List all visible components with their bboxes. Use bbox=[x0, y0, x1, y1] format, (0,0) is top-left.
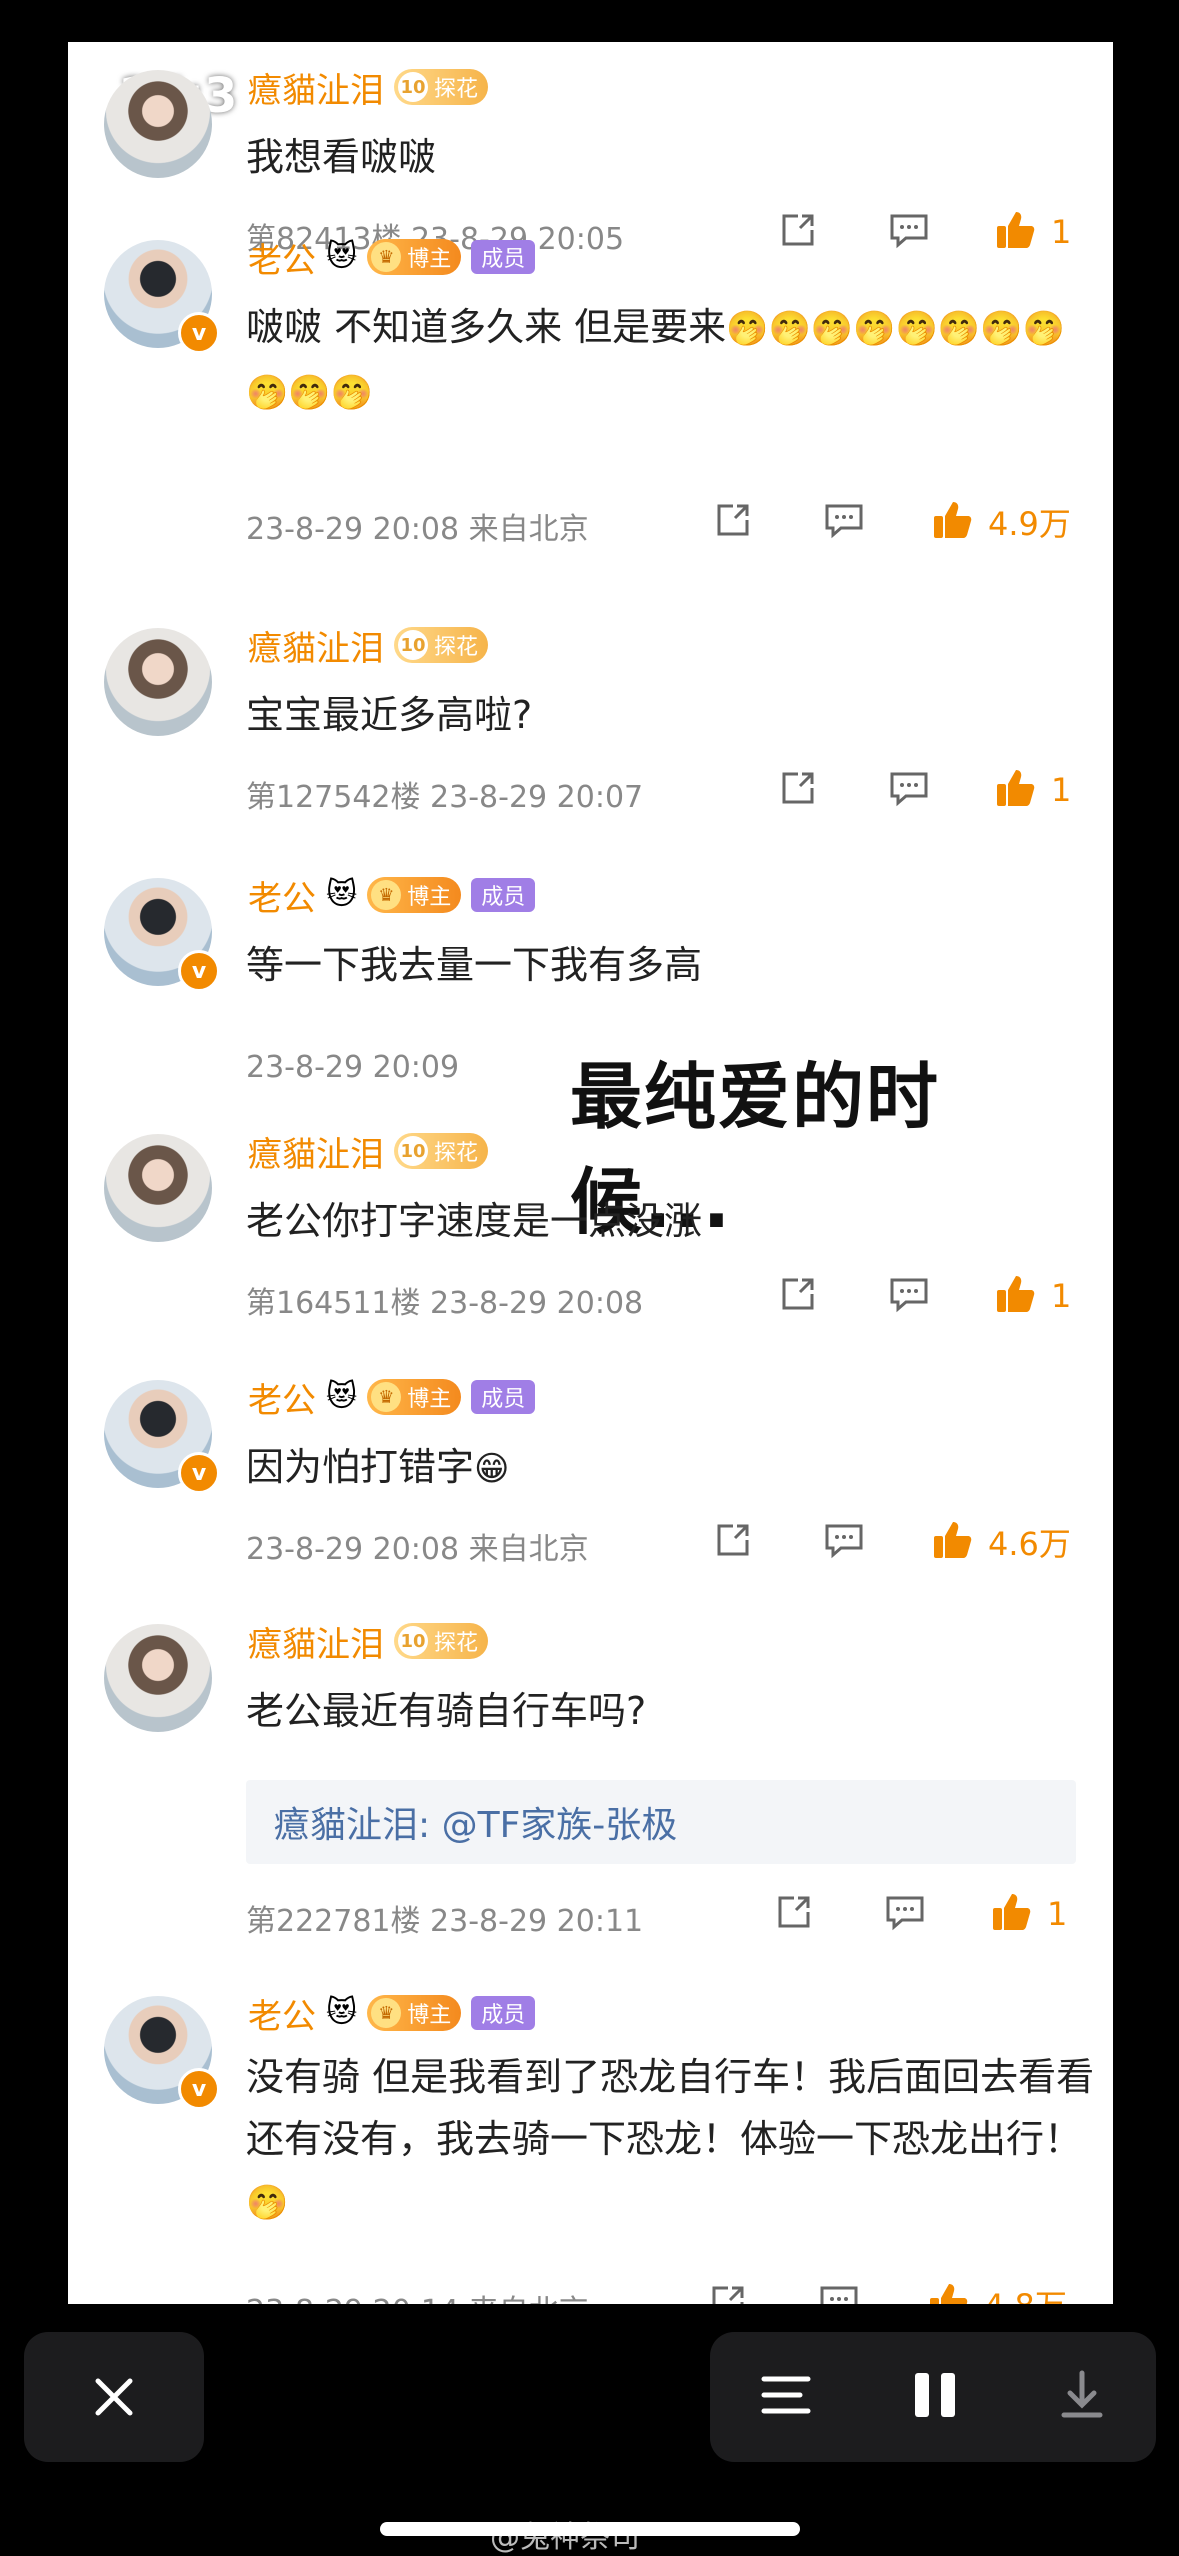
crown-icon: ♛ bbox=[371, 1382, 402, 1412]
thumbs-up-icon bbox=[926, 2280, 970, 2304]
share-icon[interactable] bbox=[778, 210, 818, 250]
comment-text: 啵啵 不知道多久来 但是要来🤭🤭🤭🤭🤭🤭🤭🤭🤭🤭🤭 bbox=[246, 305, 1065, 413]
home-indicator[interactable] bbox=[380, 2522, 800, 2536]
comment-username[interactable]: 老公 bbox=[248, 1373, 316, 1422]
thumbs-up-icon bbox=[993, 766, 1037, 814]
crown-icon: ♛ bbox=[371, 880, 402, 910]
share-icon[interactable] bbox=[774, 1892, 814, 1932]
comment-username[interactable]: 癔貓沚泪 bbox=[248, 1617, 384, 1666]
like-count: 1 bbox=[1051, 1277, 1072, 1315]
comment-panel: 17:3 癔貓沚泪 10探花 我想看啵啵 第82413楼 23-8-29 20:… bbox=[68, 42, 1113, 2304]
comment-text: 宝宝最近多高啦? bbox=[246, 693, 533, 737]
thumbs-up-icon bbox=[993, 1272, 1037, 1320]
avatar[interactable] bbox=[104, 628, 212, 736]
comment-username[interactable]: 癔貓沚泪 bbox=[248, 63, 384, 112]
heart-eyes-cat-icon: 😻 bbox=[326, 239, 358, 274]
thumbs-up-icon bbox=[930, 1518, 974, 1566]
like-count: 4.6万 bbox=[988, 1525, 1071, 1563]
comment-meta: 第222781楼 23-8-29 20:11 bbox=[246, 1904, 644, 1939]
like-count: 1 bbox=[1051, 213, 1072, 251]
comment-icon[interactable] bbox=[888, 210, 930, 250]
share-icon[interactable] bbox=[778, 768, 818, 808]
blogger-badge: ♛ 博主 bbox=[367, 1995, 462, 2031]
comment-meta: 第127542楼 23-8-29 20:07 bbox=[246, 780, 644, 815]
pause-icon[interactable] bbox=[911, 2369, 959, 2425]
comment-username[interactable]: 癔貓沚泪 bbox=[248, 621, 384, 670]
blogger-badge: ♛ 博主 bbox=[367, 877, 462, 913]
level-badge: 10 探花 bbox=[394, 69, 489, 105]
comment-text: 老公最近有骑自行车吗? bbox=[246, 1689, 647, 1733]
comment-meta: 23-8-29 20:08 来自北京 bbox=[246, 512, 589, 547]
thumbs-up-icon bbox=[993, 208, 1037, 256]
comment-username[interactable]: 老公 bbox=[248, 871, 316, 920]
comment-icon[interactable] bbox=[818, 2282, 860, 2304]
download-icon[interactable] bbox=[1058, 2369, 1106, 2425]
comment-icon[interactable] bbox=[888, 1274, 930, 1314]
crown-icon: ♛ bbox=[371, 1998, 402, 2028]
member-badge: 成员 bbox=[471, 1996, 536, 2030]
member-badge: 成员 bbox=[471, 1380, 536, 1414]
comment-meta: 23-8-29 20:09 bbox=[246, 1050, 460, 1085]
verified-icon: v bbox=[178, 1452, 220, 1494]
comment-meta: 23-8-29 20:14 来自北京 bbox=[246, 2286, 589, 2304]
blogger-badge: ♛ 博主 bbox=[367, 239, 462, 275]
comment-username[interactable]: 癔貓沚泪 bbox=[248, 1127, 384, 1176]
media-control-bar bbox=[710, 2332, 1156, 2462]
like-count: 1 bbox=[1051, 771, 1072, 809]
level-badge: 10 探花 bbox=[394, 627, 489, 663]
close-button[interactable] bbox=[24, 2332, 204, 2462]
like-count: 4.8万 bbox=[984, 2281, 1067, 2304]
level-badge: 10 探花 bbox=[394, 1623, 489, 1659]
close-icon bbox=[95, 2378, 133, 2416]
share-icon[interactable] bbox=[713, 1520, 753, 1560]
like-button[interactable]: 1 bbox=[993, 208, 1071, 256]
verified-icon: v bbox=[178, 2068, 220, 2110]
heart-eyes-cat-icon: 😻 bbox=[326, 877, 358, 912]
share-icon[interactable] bbox=[708, 2282, 748, 2304]
avatar[interactable] bbox=[104, 1134, 212, 1242]
member-badge: 成员 bbox=[471, 240, 536, 274]
like-count: 4.9万 bbox=[988, 505, 1071, 543]
reply-quote[interactable]: 癔貓沚泪: @TF家族-张极 bbox=[246, 1780, 1076, 1864]
level-badge: 10 探花 bbox=[394, 1133, 489, 1169]
comment-text: 老公你打字速度是一点没涨 bbox=[246, 1199, 703, 1243]
comment-meta: 第164511楼 23-8-29 20:08 bbox=[246, 1286, 644, 1321]
comment-icon[interactable] bbox=[884, 1892, 926, 1932]
blogger-badge: ♛ 博主 bbox=[367, 1379, 462, 1415]
crown-icon: ♛ bbox=[371, 242, 402, 272]
avatar[interactable] bbox=[104, 70, 212, 178]
thumbs-up-icon bbox=[989, 1890, 1033, 1938]
comment-icon[interactable] bbox=[823, 500, 865, 540]
member-badge: 成员 bbox=[471, 878, 536, 912]
like-button[interactable]: 4.6万 bbox=[930, 1518, 1071, 1566]
comment-text: 我想看啵啵 bbox=[246, 135, 437, 179]
heart-eyes-cat-icon: 😻 bbox=[326, 1379, 358, 1414]
verified-icon: v bbox=[178, 312, 220, 354]
share-icon[interactable] bbox=[713, 500, 753, 540]
comment-text: 等一下我去量一下我有多高 bbox=[246, 943, 703, 987]
avatar[interactable] bbox=[104, 1624, 212, 1732]
menu-icon[interactable] bbox=[760, 2371, 812, 2423]
like-button[interactable]: 4.9万 bbox=[930, 498, 1071, 546]
like-count: 1 bbox=[1047, 1895, 1068, 1933]
comment-text: 没有骑 但是我看到了恐龙自行车！我后面回去看看还有没有，我去骑一下恐龙！体验一下… bbox=[246, 2055, 1095, 2223]
thumbs-up-icon bbox=[930, 498, 974, 546]
comment-icon[interactable] bbox=[823, 1520, 865, 1560]
heart-eyes-cat-icon: 😻 bbox=[326, 1995, 358, 2030]
like-button[interactable]: 1 bbox=[993, 1272, 1071, 1320]
share-icon[interactable] bbox=[778, 1274, 818, 1314]
comment-icon[interactable] bbox=[888, 768, 930, 808]
like-button[interactable]: 1 bbox=[993, 766, 1071, 814]
verified-icon: v bbox=[178, 950, 220, 992]
like-button[interactable]: 4.8万 bbox=[926, 2280, 1067, 2304]
comment-username[interactable]: 老公 bbox=[248, 233, 316, 282]
comment-username[interactable]: 老公 bbox=[248, 1989, 316, 2038]
like-button[interactable]: 1 bbox=[989, 1890, 1067, 1938]
comment-meta: 23-8-29 20:08 来自北京 bbox=[246, 1532, 589, 1567]
comment-text: 因为怕打错字😁 bbox=[246, 1445, 510, 1489]
